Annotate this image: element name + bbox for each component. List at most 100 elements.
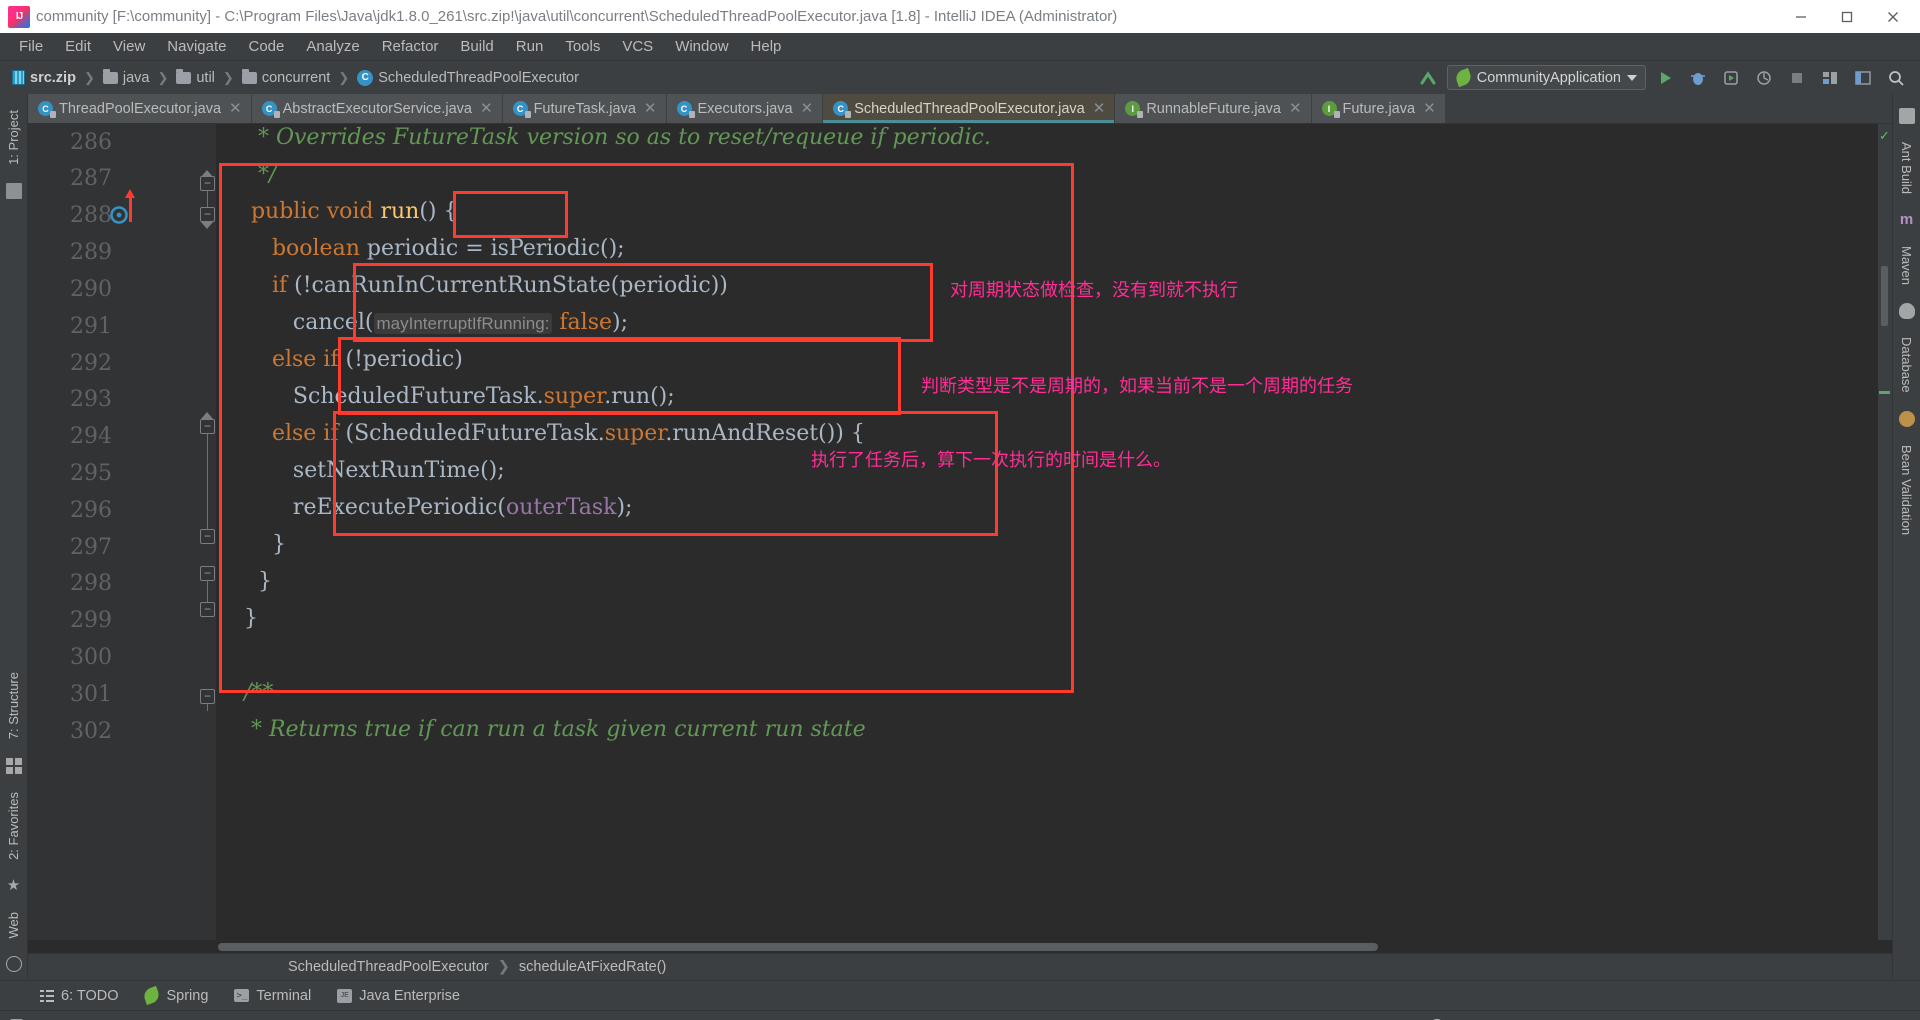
breadcrumb-item-java[interactable]: java xyxy=(101,68,152,87)
code-editor[interactable]: 286 287 288 289 290 291 292 293 294 295 … xyxy=(28,124,1892,940)
tab-FutureTask[interactable]: C FutureTask.java ✕ xyxy=(502,94,667,123)
folder-icon[interactable] xyxy=(5,182,22,199)
maven-icon[interactable]: m xyxy=(1899,212,1915,228)
maximize-button[interactable] xyxy=(1824,0,1870,33)
footer-breadcrumb-class[interactable]: ScheduledThreadPoolExecutor xyxy=(288,959,489,975)
menu-navigate[interactable]: Navigate xyxy=(156,35,237,58)
inspection-ok-icon[interactable]: ✓ xyxy=(1879,128,1890,144)
debug-icon[interactable] xyxy=(1684,64,1712,92)
menu-vcs[interactable]: VCS xyxy=(611,35,664,58)
fold-cap-icon[interactable] xyxy=(200,222,215,230)
tool-terminal[interactable]: >_ Terminal xyxy=(234,988,311,1004)
java-interface-icon: I xyxy=(1321,101,1340,118)
menu-help[interactable]: Help xyxy=(740,35,793,58)
tab-label: FutureTask.java xyxy=(533,100,636,117)
layout-icon[interactable] xyxy=(1849,64,1877,92)
fold-minus-icon[interactable]: − xyxy=(200,529,215,544)
footer-breadcrumb-method[interactable]: scheduleAtFixedRate() xyxy=(519,959,667,975)
editor-gutter[interactable]: 286 287 288 289 290 291 292 293 294 295 … xyxy=(28,124,216,940)
minimize-button[interactable] xyxy=(1778,0,1824,33)
menu-tools[interactable]: Tools xyxy=(554,35,611,58)
fold-minus-icon[interactable]: − xyxy=(200,176,215,191)
stop-icon[interactable] xyxy=(1783,64,1811,92)
tab-Executors[interactable]: C Executors.java ✕ xyxy=(666,94,824,123)
tool-label: Terminal xyxy=(256,987,312,1004)
tab-close-icon[interactable]: ✕ xyxy=(801,101,814,116)
search-icon[interactable] xyxy=(1882,64,1910,92)
globe-icon[interactable] xyxy=(5,956,22,972)
horizontal-scrollbar-thumb[interactable] xyxy=(218,943,1378,951)
breadcrumb-label: util xyxy=(196,69,215,86)
code-line-298: } xyxy=(216,569,272,594)
tab-close-icon[interactable]: ✕ xyxy=(644,101,657,116)
menu-file[interactable]: File xyxy=(8,35,54,58)
menu-run[interactable]: Run xyxy=(505,35,555,58)
ant-icon[interactable] xyxy=(1898,108,1915,124)
window-controls[interactable] xyxy=(1778,0,1916,33)
menu-refactor[interactable]: Refactor xyxy=(371,35,450,58)
breadcrumb-item-util[interactable]: util xyxy=(174,68,217,87)
code-line-293: ScheduledFutureTask.super.run(); xyxy=(216,384,675,409)
profiler-icon[interactable] xyxy=(1750,64,1778,92)
breadcrumb-item-src-zip[interactable]: src.zip xyxy=(10,69,78,87)
sidebar-item-project[interactable]: 1: Project xyxy=(2,100,25,175)
grid-icon[interactable] xyxy=(5,757,22,774)
menu-code[interactable]: Code xyxy=(237,35,295,58)
fold-minus-icon[interactable]: − xyxy=(200,689,215,704)
breadcrumb-item-concurrent[interactable]: concurrent xyxy=(240,68,333,87)
project-structure-icon[interactable] xyxy=(1816,64,1844,92)
star-icon[interactable]: ★ xyxy=(6,878,22,894)
breadcrumb-item-class[interactable]: C ScheduledThreadPoolExecutor xyxy=(355,69,581,87)
editor-marker-bar[interactable]: ✓ xyxy=(1878,124,1892,940)
code-line-292: else if (!periodic) xyxy=(216,347,463,372)
tool-todo[interactable]: 6: TODO xyxy=(40,988,118,1004)
horizontal-scrollbar-track[interactable] xyxy=(28,940,1892,953)
tab-label: RunnableFuture.java xyxy=(1146,100,1281,117)
tool-spring[interactable]: Spring xyxy=(142,985,208,1006)
tab-AbstractExecutorService[interactable]: C AbstractExecutorService.java ✕ xyxy=(251,94,503,123)
tab-close-icon[interactable]: ✕ xyxy=(1289,101,1302,116)
menu-build[interactable]: Build xyxy=(449,35,504,58)
tab-ThreadPoolExecutor[interactable]: C ThreadPoolExecutor.java ✕ xyxy=(28,94,252,123)
line-number: 294 xyxy=(70,424,112,449)
make-project-icon[interactable] xyxy=(1414,64,1442,92)
fold-minus-icon[interactable]: − xyxy=(200,419,215,434)
sidebar-item-favorites[interactable]: 2: Favorites xyxy=(2,782,25,870)
fold-minus-icon[interactable]: − xyxy=(200,566,215,581)
overriding-method-icon[interactable] xyxy=(110,206,128,229)
tab-Future[interactable]: I Future.java ✕ xyxy=(1311,94,1446,123)
tool-java-enterprise[interactable]: Java Enterprise xyxy=(337,988,460,1004)
folder-icon xyxy=(241,68,257,84)
menu-view[interactable]: View xyxy=(102,35,156,58)
menu-window[interactable]: Window xyxy=(664,35,739,58)
sidebar-item-database[interactable]: Database xyxy=(1895,327,1918,403)
sidebar-item-web[interactable]: Web xyxy=(2,902,25,949)
close-button[interactable] xyxy=(1870,0,1916,33)
tab-RunnableFuture[interactable]: I RunnableFuture.java ✕ xyxy=(1115,94,1312,123)
menu-edit[interactable]: Edit xyxy=(54,35,102,58)
scrollbar-thumb[interactable] xyxy=(1881,266,1888,326)
tab-close-icon[interactable]: ✕ xyxy=(1093,101,1106,116)
code-line-287: */ xyxy=(216,162,277,187)
tab-ScheduledThreadPoolExecutor[interactable]: C ScheduledThreadPoolExecutor.java ✕ xyxy=(823,94,1116,123)
sidebar-item-bean-validation[interactable]: Bean Validation xyxy=(1895,435,1918,545)
fold-minus-icon[interactable]: − xyxy=(200,602,215,617)
tab-close-icon[interactable]: ✕ xyxy=(1423,101,1436,116)
run-with-coverage-icon[interactable] xyxy=(1717,64,1745,92)
tab-close-icon[interactable]: ✕ xyxy=(480,101,493,116)
bean-validation-icon[interactable] xyxy=(1898,410,1915,427)
run-icon[interactable] xyxy=(1651,64,1679,92)
menu-analyze[interactable]: Analyze xyxy=(295,35,370,58)
sidebar-item-maven[interactable]: Maven xyxy=(1895,236,1918,295)
tab-close-icon[interactable]: ✕ xyxy=(229,101,242,116)
java-class-icon: C xyxy=(512,101,531,118)
todo-icon xyxy=(40,989,54,1002)
sidebar-item-structure[interactable]: 7: Structure xyxy=(2,662,25,749)
sidebar-item-ant-build[interactable]: Ant Build xyxy=(1895,132,1918,204)
line-number: 292 xyxy=(70,351,112,376)
database-icon[interactable] xyxy=(1898,303,1915,320)
java-class-icon: C xyxy=(676,101,695,118)
run-configuration-selector[interactable]: CommunityApplication xyxy=(1446,65,1646,90)
fold-minus-icon[interactable]: − xyxy=(200,207,215,222)
code-text-layer[interactable]: * Overrides FutureTask version so as to … xyxy=(216,124,1878,940)
